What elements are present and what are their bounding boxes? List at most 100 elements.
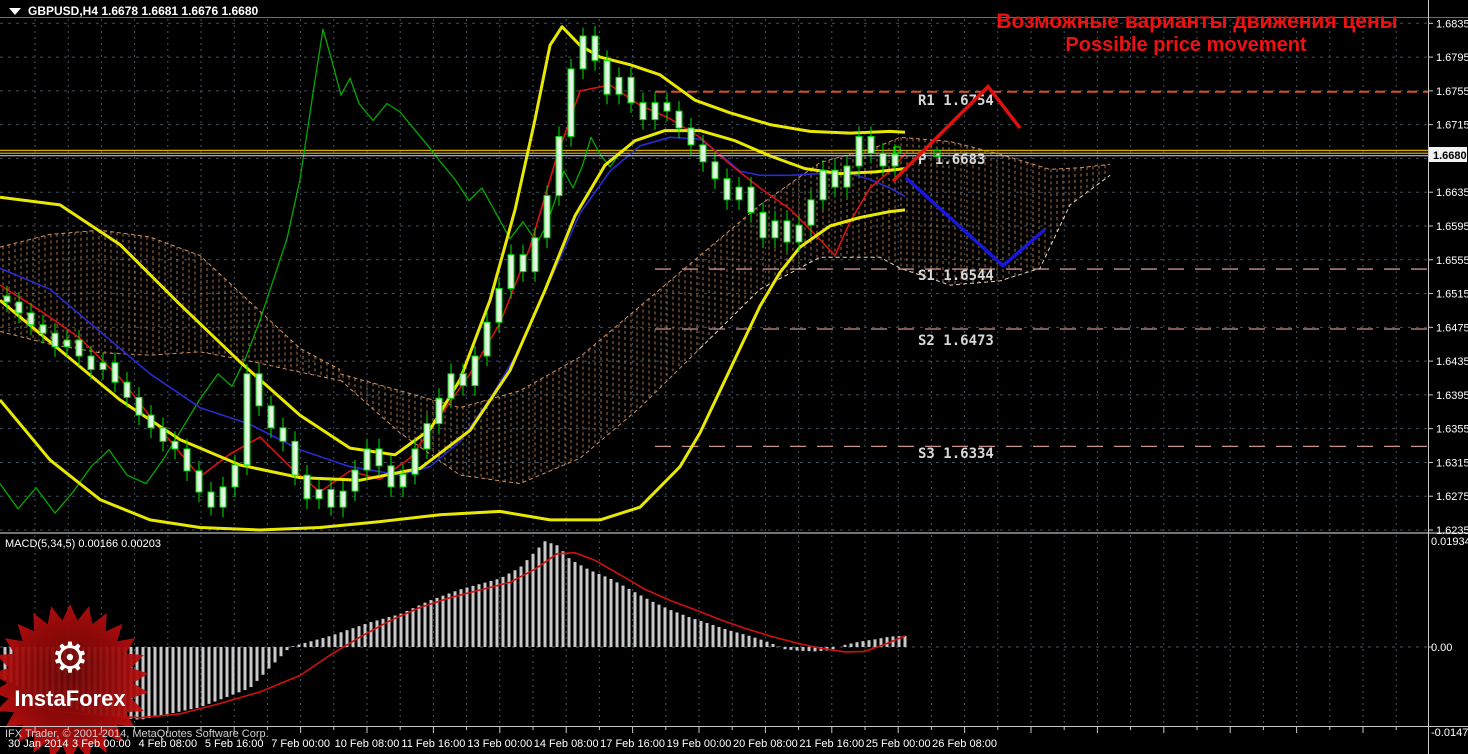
price-axis-label: 1.6795 — [1436, 52, 1468, 64]
candle-body — [147, 414, 155, 429]
price-axis-label: 1.6595 — [1436, 221, 1468, 233]
candle-body — [567, 68, 575, 137]
candle-body — [351, 469, 359, 492]
candle-body — [807, 199, 815, 226]
candle-body — [399, 473, 407, 488]
candle-body — [471, 355, 479, 387]
price-axis-label: 1.6475 — [1436, 322, 1468, 334]
time-axis-label: 4 Feb 08:00 — [138, 738, 197, 750]
candle-body — [483, 321, 491, 357]
current-price-tag: 1.6680 — [1429, 147, 1467, 162]
candle-body — [855, 135, 863, 167]
time-axis-label: 19 Feb 00:00 — [667, 738, 732, 750]
candle-body — [111, 362, 119, 383]
candle-body — [27, 312, 35, 326]
time-axis-label: 26 Feb 08:00 — [932, 738, 997, 750]
macd-axis-label: 0.01934 — [1431, 536, 1468, 548]
candle-body — [171, 440, 179, 450]
candle-body — [519, 254, 527, 273]
candle-body — [123, 381, 131, 398]
candle-body — [255, 373, 263, 407]
candle-body — [423, 423, 431, 450]
time-axis-label: 10 Feb 08:00 — [335, 738, 400, 750]
candle-body — [207, 491, 215, 508]
candle-body — [135, 396, 143, 416]
candle-body — [195, 470, 203, 493]
candle-body — [435, 397, 443, 425]
instaforex-gear-icon: ⚙ — [51, 634, 89, 681]
candle-body — [615, 76, 623, 95]
candle-body — [303, 474, 311, 500]
price-axis-label: 1.6515 — [1436, 289, 1468, 301]
candle-body — [87, 355, 95, 371]
candle-body — [555, 135, 563, 197]
candle-body — [783, 220, 791, 243]
price-axis-label: 1.6715 — [1436, 120, 1468, 132]
candle-body — [603, 59, 611, 95]
candle-body — [219, 486, 227, 508]
candle-body — [183, 448, 191, 472]
pivot-label-s3: S3 1.6334 — [918, 446, 994, 462]
candle-body — [699, 144, 707, 163]
mt4-chart-window[interactable]: R1 1.6754 P 1.6683 S1 1.6544 S2 1.6473 S3 1.… — [0, 0, 1468, 754]
symbol-ohlc-title: GBPUSD,H4 1.6678 1.6681 1.6676 1.6680 — [28, 4, 258, 18]
candle-body — [63, 339, 71, 348]
time-axis-label: 3 Feb 00:00 — [72, 738, 131, 750]
pivot-label-r1: R1 1.6754 — [918, 93, 994, 109]
price-axis-label: 1.6275 — [1436, 491, 1468, 503]
candle-body — [507, 254, 515, 289]
time-axis-label: 13 Feb 00:00 — [467, 738, 532, 750]
candle-body — [459, 373, 467, 387]
candle-body — [243, 373, 251, 466]
candle-body — [579, 35, 587, 70]
price-axis-label: 1.6435 — [1436, 356, 1468, 368]
pivot-label-s2: S2 1.6473 — [918, 333, 994, 349]
candle-body — [747, 186, 755, 213]
candle-body — [39, 324, 47, 334]
candle-body — [51, 332, 59, 348]
candle-body — [831, 169, 839, 188]
candle-body — [447, 373, 455, 399]
candle-body — [867, 135, 875, 154]
price-axis-label: 1.6555 — [1436, 255, 1468, 267]
candle-body — [315, 488, 323, 500]
candle-body — [75, 339, 83, 357]
candle-body — [495, 287, 503, 323]
candle-body — [15, 301, 23, 314]
candle-body — [843, 165, 851, 188]
candle-body — [375, 448, 383, 467]
time-axis-label: 30 Jan 2014 — [8, 738, 69, 750]
price-axis-label: 1.6355 — [1436, 424, 1468, 436]
price-axis-label: 1.6635 — [1436, 187, 1468, 199]
candle-body — [795, 224, 803, 243]
candle-body — [231, 464, 239, 488]
candle-body — [639, 102, 647, 121]
candle-body — [663, 102, 671, 112]
candle-body — [327, 488, 335, 508]
time-axis-label: 5 Feb 16:00 — [205, 738, 264, 750]
time-axis-label: 25 Feb 00:00 — [866, 738, 931, 750]
candle-body — [279, 427, 287, 442]
chart-header: GBPUSD,H4 1.6678 1.6681 1.6676 1.6680 — [9, 4, 258, 18]
candle-body — [543, 195, 551, 239]
candle-body — [675, 110, 683, 129]
time-axis-label: 14 Feb 08:00 — [534, 738, 599, 750]
candle-body — [687, 127, 695, 146]
candle-body — [159, 427, 167, 442]
candle-body — [363, 448, 371, 471]
price-axis-label: 1.6755 — [1436, 86, 1468, 98]
time-axis-label: 11 Feb 16:00 — [401, 738, 465, 750]
candle-body — [711, 161, 719, 180]
candle-body — [627, 76, 635, 104]
price-axis-label: 1.6395 — [1436, 390, 1468, 402]
candle-body — [411, 448, 419, 475]
annotation-ru: Возможные варианты движения цены — [996, 10, 1397, 33]
candle-body — [339, 490, 347, 508]
pivot-label-p: P 1.6683 — [918, 152, 985, 168]
candle-body — [267, 405, 275, 429]
candle-body — [651, 102, 659, 121]
price-axis-label: 1.6315 — [1436, 457, 1468, 469]
macd-axis-label: -0.01474 — [1431, 727, 1468, 739]
candle-body — [291, 440, 299, 476]
price-axis-label: 1.6835 — [1436, 18, 1468, 30]
